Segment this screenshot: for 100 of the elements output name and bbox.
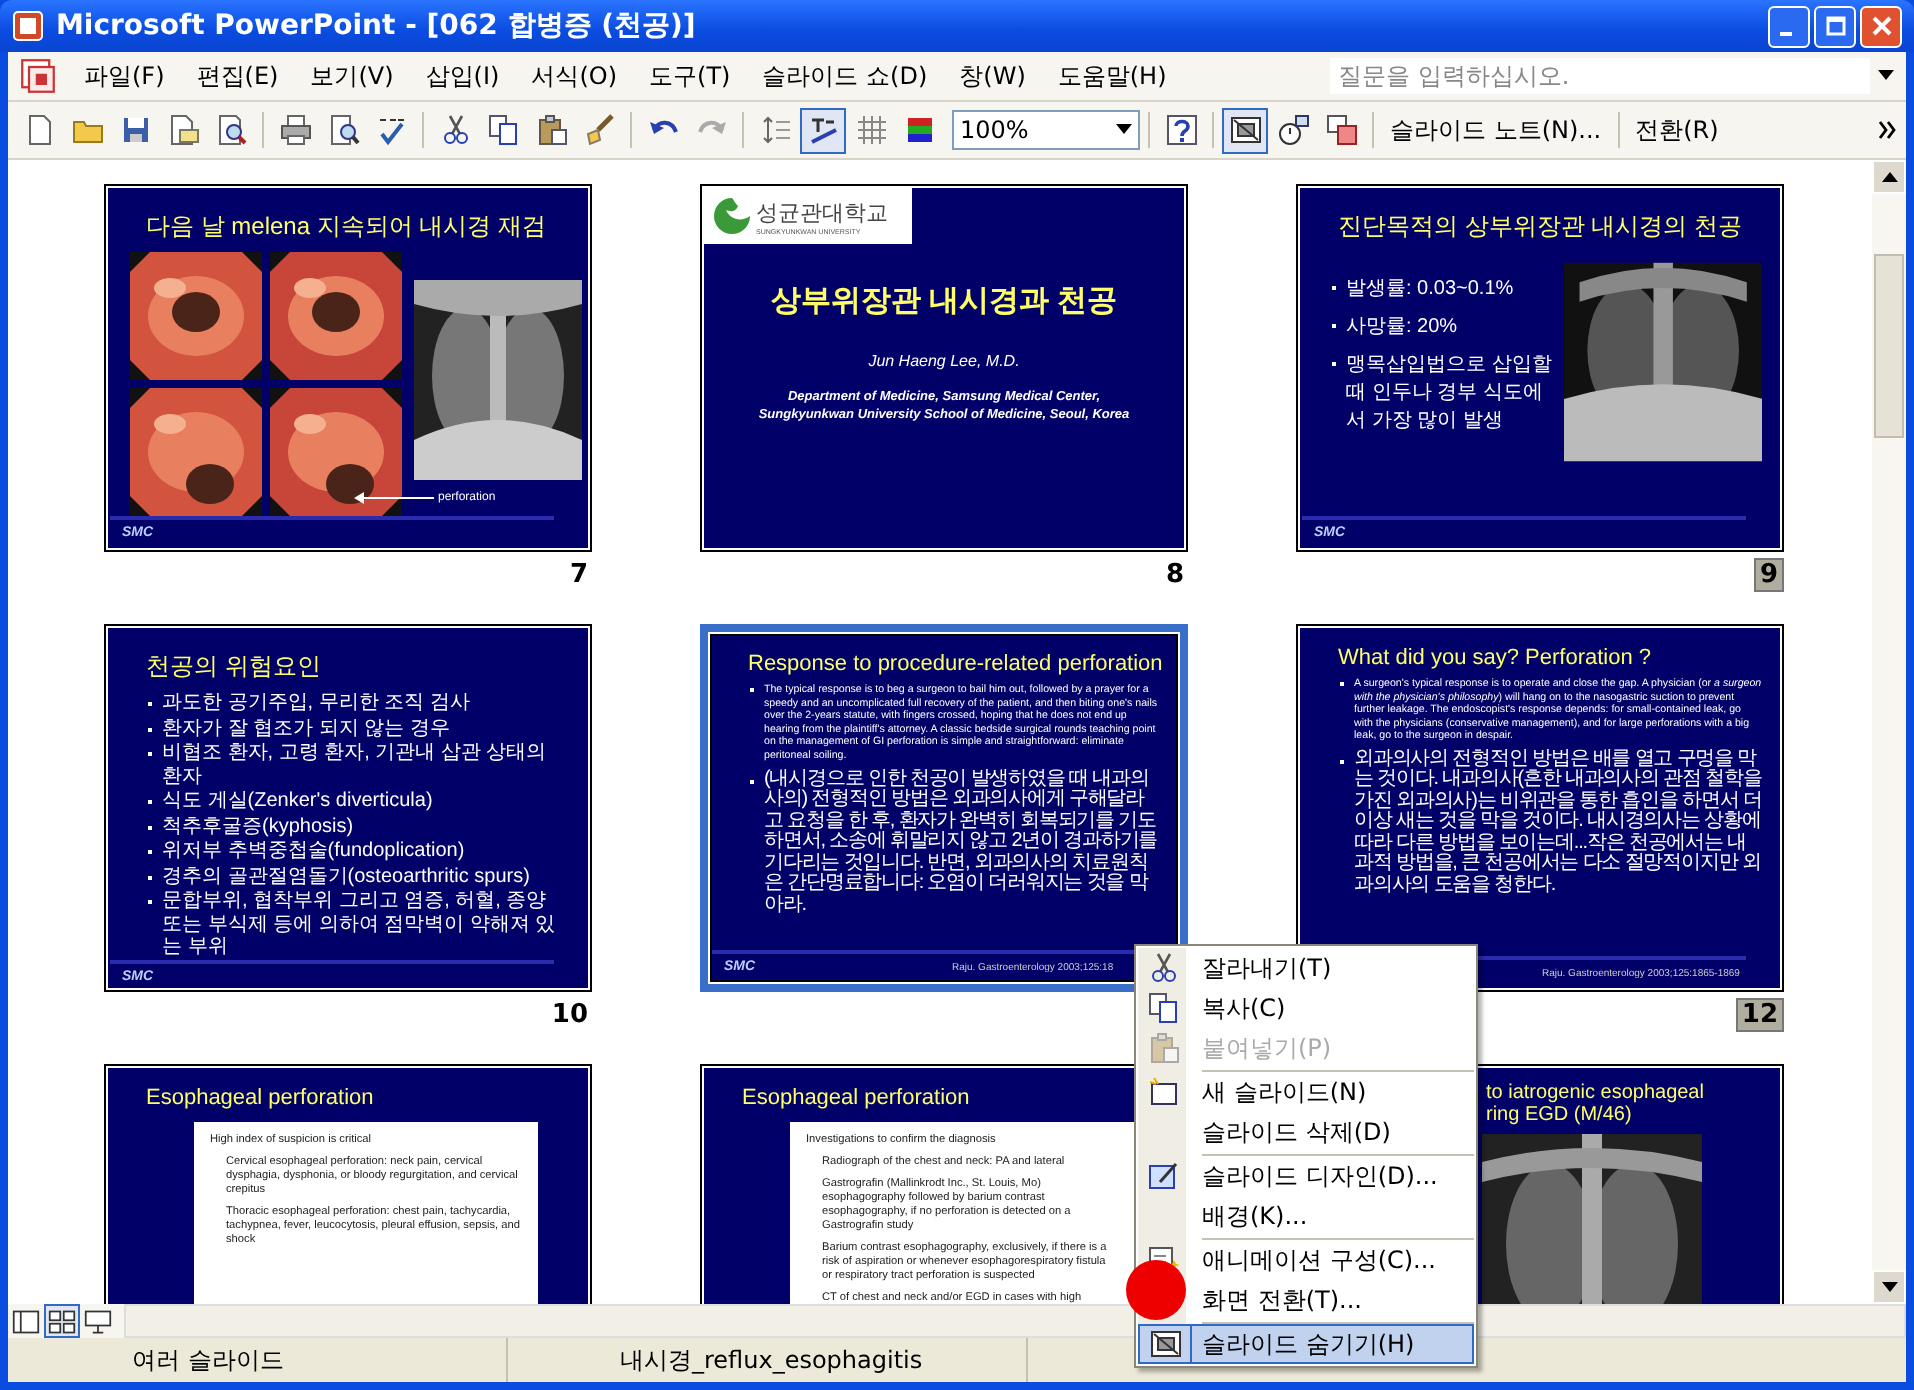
arrow-icon: [354, 492, 434, 504]
caret-icon[interactable]: [1878, 70, 1894, 82]
slide-thumbnail[interactable]: [104, 624, 592, 992]
context-menu-item[interactable]: 화면 전환(T)...: [1190, 1280, 1474, 1320]
cut-icon: [1148, 952, 1180, 984]
slide-title: to iatrogenic esophageal: [1486, 1082, 1704, 1104]
context-menu-item[interactable]: 슬라이드 삭제(D): [1190, 1112, 1474, 1152]
copy-icon: [487, 114, 519, 146]
menu-item[interactable]: 파일(F): [68, 55, 181, 97]
menu-item[interactable]: 슬라이드 쇼(D): [746, 55, 944, 97]
hide-slide-icon: [1149, 1328, 1181, 1360]
scroll-down-button[interactable]: [1872, 1270, 1906, 1304]
bullet-text: 문합부위, 협착부위 그리고 염증, 허혈, 종양 또는 부식제 등에 의하여 점막벽이 약해져 있는 부위: [146, 890, 570, 959]
slide-sorter-button[interactable]: [44, 1304, 80, 1338]
spelling-icon: [375, 114, 407, 146]
hide-slide-icon: [1229, 114, 1261, 146]
bullet-text: 사망률: 20%: [1330, 314, 1556, 342]
menu-item[interactable]: 도구(T): [633, 55, 747, 97]
grid-icon: [855, 114, 887, 146]
new-slide-icon: [1148, 1076, 1180, 1108]
print-icon: [279, 114, 311, 146]
status-text: 여러 슬라이드: [8, 1338, 508, 1382]
author-name: Jun Haeng Lee, M.D.: [866, 352, 1022, 370]
slide-title: Esophageal perforation: [742, 1086, 970, 1110]
bullet-text: 척추후굴증(kyphosis): [146, 815, 570, 838]
print-preview-icon: [327, 114, 359, 146]
bullet-text: 비협조 환자, 고령 환자, 기관내 삽관 상태의 환자: [146, 742, 570, 788]
slide-title: 상부위장관 내시경과 천공: [768, 282, 1120, 320]
paste-icon: [535, 114, 567, 146]
menu-item[interactable]: 편집(E): [180, 55, 295, 97]
help-icon: [1165, 114, 1197, 146]
slide-number: 10: [549, 999, 590, 1029]
bullet-text: 위저부 추벽중첩술(fundoplication): [146, 840, 570, 863]
slide-title: Esophageal perforation: [146, 1086, 374, 1110]
close-button[interactable]: [1860, 5, 1902, 47]
slide-number: 7: [567, 559, 590, 589]
app-icon: [12, 10, 44, 42]
bullet-text: 발생률: 0.03~0.1%: [1330, 276, 1556, 304]
new-document-icon: [23, 114, 55, 146]
context-menu-item[interactable]: 복사(C): [1190, 988, 1474, 1028]
menu-item[interactable]: 보기(V): [294, 55, 410, 97]
hide-slide-button[interactable]: [1222, 107, 1268, 153]
bullet-text: 과도한 공기주입, 무리한 조직 검사: [146, 692, 570, 715]
slide-thumbnail[interactable]: [700, 624, 1188, 992]
toolbar-overflow-icon[interactable]: [1878, 120, 1898, 140]
down-arrow-icon: [1881, 1281, 1897, 1293]
slide-notes-button[interactable]: 슬라이드 노트(N)...: [1382, 109, 1610, 151]
save-icon: [119, 114, 151, 146]
logo-emblem-icon: [712, 196, 752, 236]
menu-item[interactable]: 삽입(I): [409, 55, 516, 97]
up-arrow-icon: [1881, 171, 1897, 183]
brush-icon: [583, 114, 615, 146]
paste-icon: [1148, 1032, 1180, 1064]
bullet-text: (내시경으로 인한 천공이 발생하였을 때 내과의사의) 전형적인 방법은 외과의사에게 구해달라고 요청을 한 후, 환자가 완벽히 회복되기를 기도하면서, 소송에 휘말리지 않고 2년이 경과하기를 기다리는 것입니다. 반면, 외과의사의 치료원칙은 간단명료합니다: 오염이 더러워지는 것을 막아라.: [748, 769, 1160, 917]
scroll-up-button[interactable]: [1872, 160, 1906, 194]
expand-icon: [759, 114, 791, 146]
maximize-button[interactable]: [1814, 5, 1856, 47]
scroll-thumb[interactable]: [1874, 254, 1904, 438]
context-menu-item[interactable]: 배경(K)...: [1190, 1196, 1474, 1236]
slide-title: What did you say? Perforation ?: [1338, 646, 1652, 670]
window-title: Microsoft PowerPoint - [062 합병증 (천공)]: [56, 8, 696, 44]
minimize-button[interactable]: [1768, 5, 1810, 47]
minimize-icon: [1780, 32, 1792, 36]
maximize-icon: [1825, 16, 1845, 36]
context-menu-item[interactable]: 슬라이드 디자인(D)...: [1190, 1156, 1474, 1196]
copy-icon: [1148, 992, 1180, 1024]
formatting-button[interactable]: [800, 107, 846, 153]
mail-icon: [167, 114, 199, 146]
stopwatch-icon: [1277, 114, 1309, 146]
color-icon: [903, 114, 935, 146]
context-menu-item[interactable]: 슬라이드 숨기기(H): [1190, 1324, 1474, 1364]
slide-title: Response to procedure-related perforation: [748, 652, 1163, 676]
slide-title: ring EGD (M/46): [1486, 1104, 1632, 1126]
context-menu-item[interactable]: 애니메이션 구성(C)...: [1190, 1240, 1474, 1280]
help-search-field[interactable]: 질문을 입력하십시오.: [1330, 58, 1870, 94]
slide-title: 천공의 위험요인: [146, 650, 321, 684]
slide-number: 8: [1163, 559, 1186, 589]
document-icon[interactable]: [20, 58, 56, 94]
transition-button[interactable]: 전환(R): [1627, 109, 1727, 151]
cut-icon: [439, 114, 471, 146]
context-menu-item[interactable]: 잘라내기(T): [1190, 948, 1474, 988]
search-icon: [215, 114, 247, 146]
status-text: 내시경_reflux_esophagitis: [508, 1338, 1028, 1382]
bullet-text: 경추의 골관절염돌기(osteoarthritic spurs): [146, 865, 570, 888]
menu-item[interactable]: 도움말(H): [1041, 55, 1183, 97]
close-icon: [1871, 16, 1891, 36]
menu-item[interactable]: 서식(O): [515, 55, 634, 97]
slide-design-icon: [1148, 1160, 1180, 1192]
normal-view-icon: [12, 1307, 40, 1335]
slide-number: 12: [1735, 997, 1784, 1031]
context-menu-item[interactable]: 새 슬라이드(N): [1190, 1072, 1474, 1112]
slide-sorter-icon: [48, 1307, 76, 1335]
bullet-text: 맹목삽입법으로 삽입할 때 인두나 경부 식도에서 가장 많이 발생: [1330, 352, 1556, 436]
summary-slide-icon: [1325, 114, 1357, 146]
slide-title: 진단목적의 상부위장관 내시경의 천공: [1338, 210, 1743, 244]
bullet-text: 식도 게실(Zenker's diverticula): [146, 790, 570, 813]
bullet-text: 환자가 잘 협조가 되지 않는 경우: [146, 717, 570, 740]
menu-item[interactable]: 창(W): [943, 55, 1042, 97]
formatting-icon: [807, 114, 839, 146]
zoom-dropdown[interactable]: 100%: [952, 110, 1140, 150]
